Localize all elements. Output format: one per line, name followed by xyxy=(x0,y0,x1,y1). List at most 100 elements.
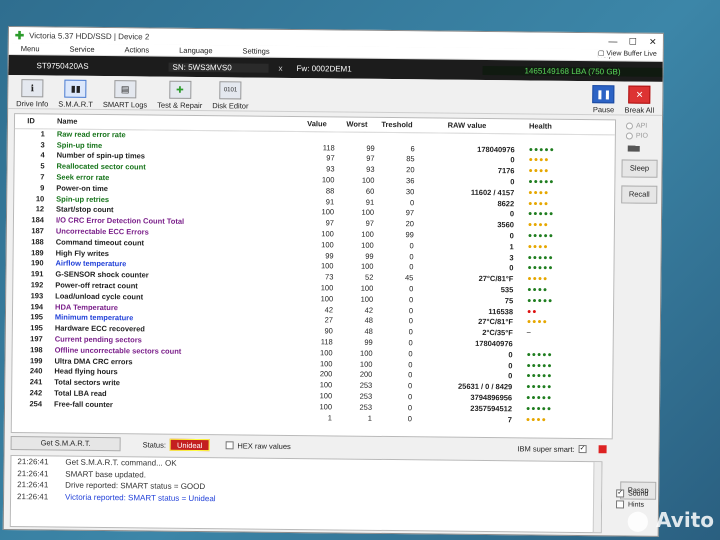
window-title: Victoria 5.37 HDD/SSD | Device 2 xyxy=(29,30,150,41)
device-lba: 1465149168 LBA (750 GB) xyxy=(482,65,663,77)
attr-value: 97 xyxy=(326,153,335,163)
header-health[interactable]: Health xyxy=(516,119,616,135)
api-label: API xyxy=(635,122,648,130)
minimize-button[interactable]: — xyxy=(603,36,623,47)
attr-value: 118 xyxy=(322,142,335,153)
attr-worst: 97 xyxy=(366,154,375,164)
recall-button[interactable]: Recall xyxy=(621,185,658,204)
attr-value: 100 xyxy=(319,380,333,390)
header-id[interactable]: ID xyxy=(14,114,48,129)
attr-id: 197 xyxy=(30,334,43,344)
attr-value: 1 xyxy=(327,412,332,423)
header-value[interactable]: Value xyxy=(296,117,338,132)
toolbar: ℹ Drive Info ▮▮ S.M.A.R.T ▤ SMART Logs ✚… xyxy=(8,75,663,116)
pause-button[interactable]: ❚❚ Pause xyxy=(592,85,615,114)
menu-item-language[interactable]: Language xyxy=(179,46,212,55)
drive-info-button[interactable]: ℹ Drive Info xyxy=(16,79,48,108)
attr-id: 4 xyxy=(40,150,45,160)
hex-raw-checkbox[interactable]: HEX raw values xyxy=(225,440,291,451)
break-all-button[interactable]: ✕ Break All xyxy=(624,85,655,115)
attr-threshold: 0 xyxy=(408,305,414,315)
sound-label: Sound xyxy=(628,490,649,498)
checkbox-box xyxy=(225,441,234,450)
ibm-checkbox-checked-icon[interactable]: ✓ xyxy=(578,444,587,454)
menu-item-menu[interactable]: Menu xyxy=(21,44,40,53)
break-all-label: Break All xyxy=(624,105,655,115)
hex-raw-label: HEX raw values xyxy=(237,440,291,451)
log-panel: 21:26:41 Get S.M.A.R.T. command... OK 21:… xyxy=(9,455,603,534)
get-smart-button[interactable]: Get S.M.A.R.T. xyxy=(10,436,121,452)
sound-checkbox[interactable]: ✓ Sound xyxy=(616,489,649,498)
attr-worst: 100 xyxy=(359,359,373,369)
attr-worst: 91 xyxy=(365,197,375,207)
attr-value xyxy=(297,131,337,142)
attr-value: 97 xyxy=(325,218,335,228)
attr-id: 189 xyxy=(31,247,44,258)
header-raw-value[interactable]: RAW value xyxy=(416,118,518,134)
api-radio[interactable]: API xyxy=(625,122,660,130)
attr-worst: 1 xyxy=(367,413,372,423)
attr-threshold: 0 xyxy=(409,251,414,261)
maximize-button[interactable]: ☐ xyxy=(623,36,643,47)
attr-id: 188 xyxy=(31,237,44,247)
attr-value: 88 xyxy=(325,186,335,196)
attr-value: 200 xyxy=(319,369,333,379)
attr-threshold: 36 xyxy=(406,176,415,186)
log-scrollbar[interactable] xyxy=(592,462,602,533)
attr-value: 42 xyxy=(324,304,334,315)
avito-watermark: ⬤ Avito xyxy=(626,508,714,532)
activity-led xyxy=(627,145,640,152)
smart-logs-label: SMART Logs xyxy=(102,99,148,110)
view-buffer-toggle[interactable]: ▢ View Buffer Live xyxy=(597,49,657,58)
attr-worst: 253 xyxy=(359,391,373,401)
ibm-super-smart[interactable]: IBM super smart: ✓ xyxy=(517,444,590,454)
close-button[interactable]: ✕ xyxy=(643,36,663,47)
log-message: Get S.M.A.R.T. command... OK xyxy=(65,457,177,469)
device-serial: SN: 5WS3MVS0 xyxy=(168,62,269,73)
attr-threshold: 97 xyxy=(405,208,415,218)
disk-editor-button[interactable]: 0101 Disk Editor xyxy=(212,81,249,111)
attr-id: 195 xyxy=(30,312,43,322)
pio-radio[interactable]: PIO xyxy=(625,132,660,140)
device-model[interactable]: ST9750420AS xyxy=(9,61,169,72)
attr-worst xyxy=(337,131,377,142)
attr-worst: 99 xyxy=(365,251,374,261)
attr-threshold: 20 xyxy=(405,219,414,229)
view-buffer-label: View Buffer Live xyxy=(606,50,657,58)
menu-item-actions[interactable]: Actions xyxy=(124,45,149,54)
attr-threshold: 0 xyxy=(409,284,414,294)
header-worst[interactable]: Worst xyxy=(336,117,378,132)
attr-threshold: 0 xyxy=(407,392,413,402)
test-repair-button[interactable]: ✚ Test & Repair xyxy=(157,80,202,110)
attr-value: 99 xyxy=(325,250,334,261)
attr-name xyxy=(44,409,294,422)
attr-value: 118 xyxy=(320,337,333,347)
app-icon: ✚ xyxy=(14,29,25,42)
smart-button[interactable]: ▮▮ S.M.A.R.T xyxy=(58,79,93,109)
attr-worst: 100 xyxy=(360,262,374,272)
menu-item-settings[interactable]: Settings xyxy=(242,46,269,55)
ibm-super-smart-label: IBM super smart: xyxy=(517,443,575,454)
attr-worst: 97 xyxy=(365,219,374,229)
attr-worst: 100 xyxy=(361,208,375,218)
attr-threshold xyxy=(377,132,417,143)
attr-threshold: 0 xyxy=(409,197,415,207)
attr-id: 3 xyxy=(40,140,45,150)
sleep-button[interactable]: Sleep xyxy=(621,159,658,178)
smart-logs-button[interactable]: ▤ SMART Logs xyxy=(103,80,148,109)
attr-id: 242 xyxy=(29,388,43,398)
header-threshold[interactable]: Treshold xyxy=(376,117,418,133)
attr-threshold: 20 xyxy=(406,165,415,175)
smart-label: S.M.A.R.T xyxy=(58,99,93,109)
attr-threshold: 30 xyxy=(405,187,415,197)
menu-item-service[interactable]: Service xyxy=(69,45,94,54)
attr-value: 100 xyxy=(321,175,335,185)
attr-id: 9 xyxy=(40,183,45,193)
attr-value: 100 xyxy=(320,283,334,293)
attr-id: 191 xyxy=(30,269,44,279)
attr-value: 100 xyxy=(321,229,334,239)
attr-value: 27 xyxy=(324,315,333,325)
attr-threshold: 0 xyxy=(408,338,413,348)
attr-id: 184 xyxy=(31,215,45,225)
device-close-icon[interactable]: x xyxy=(269,63,293,72)
